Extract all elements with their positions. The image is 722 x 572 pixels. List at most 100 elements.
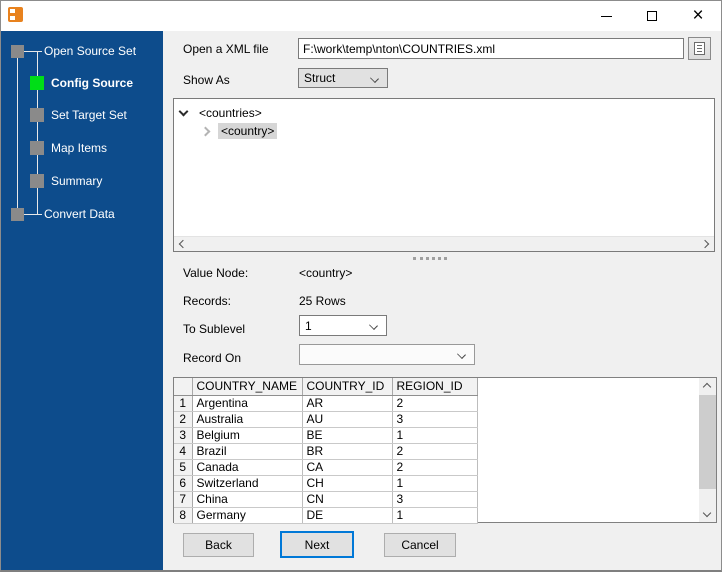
cancel-button[interactable]: Cancel xyxy=(384,533,456,557)
row-number-cell[interactable]: 2 xyxy=(174,411,193,428)
xml-file-path-input[interactable] xyxy=(298,38,684,59)
table-cell[interactable]: Canada xyxy=(192,459,303,476)
scrollbar-thumb[interactable] xyxy=(699,395,716,489)
row-number-cell[interactable]: 4 xyxy=(174,443,193,460)
window-controls: × xyxy=(583,1,721,31)
splitter-grip[interactable] xyxy=(413,257,447,260)
step-marker-icon xyxy=(11,207,24,221)
records-label: Records: xyxy=(183,294,232,308)
close-button[interactable]: × xyxy=(675,1,721,31)
main-panel: Open a XML file Show As Struct <countrie… xyxy=(163,31,721,570)
table-cell[interactable]: 1 xyxy=(392,507,478,524)
chevron-down-icon xyxy=(369,321,378,330)
column-header[interactable]: REGION_ID xyxy=(392,378,478,396)
wizard-step-map-items: Map Items xyxy=(30,140,107,156)
row-number-cell[interactable]: 6 xyxy=(174,475,193,492)
tree-horizontal-scrollbar[interactable] xyxy=(174,236,714,251)
row-number-cell[interactable]: 1 xyxy=(174,395,193,412)
table-row[interactable]: 6 Switzerland CH 1 xyxy=(174,475,478,492)
row-number-header[interactable] xyxy=(174,378,193,396)
wizard-step-open-source-set: Open Source Set xyxy=(11,43,136,59)
title-bar: × xyxy=(1,1,721,31)
table-cell[interactable]: DE xyxy=(302,507,393,524)
step-label: Set Target Set xyxy=(51,108,127,122)
to-sublevel-value: 1 xyxy=(305,318,312,333)
xml-tree-view[interactable]: <countries> <country> xyxy=(173,98,715,252)
row-number-cell[interactable]: 5 xyxy=(174,459,193,476)
table-row[interactable]: 8 Germany DE 1 xyxy=(174,507,478,524)
step-label: Convert Data xyxy=(44,207,115,221)
table-cell[interactable]: CH xyxy=(302,475,393,492)
table-row[interactable]: 3 Belgium BE 1 xyxy=(174,427,478,444)
next-button[interactable]: Next xyxy=(280,531,354,558)
table-row[interactable]: 7 China CN 3 xyxy=(174,491,478,508)
tree-node-label[interactable]: <country> xyxy=(218,123,278,139)
to-sublevel-dropdown[interactable]: 1 xyxy=(299,315,387,336)
table-cell[interactable]: 1 xyxy=(392,427,478,444)
table-cell[interactable]: CA xyxy=(302,459,393,476)
table-cell[interactable]: BR xyxy=(302,443,393,460)
table-cell[interactable]: China xyxy=(192,491,303,508)
table-cell[interactable]: Brazil xyxy=(192,443,303,460)
preview-table: COUNTRY_NAME COUNTRY_ID REGION_ID 1 Arge… xyxy=(174,378,478,524)
table-cell[interactable]: AR xyxy=(302,395,393,412)
app-window: × Open Source Set Config Source Set Targ… xyxy=(0,0,722,572)
table-cell[interactable]: 3 xyxy=(392,411,478,428)
maximize-button[interactable] xyxy=(629,1,675,31)
table-cell[interactable]: 1 xyxy=(392,475,478,492)
table-cell[interactable]: Germany xyxy=(192,507,303,524)
step-connector-line xyxy=(17,57,18,209)
step-label: Config Source xyxy=(51,76,134,90)
step-marker-icon xyxy=(30,108,44,122)
minimize-icon xyxy=(600,15,612,17)
show-as-dropdown[interactable]: Struct xyxy=(298,68,388,88)
column-header[interactable]: COUNTRY_NAME xyxy=(192,378,303,396)
table-cell[interactable]: Argentina xyxy=(192,395,303,412)
table-cell[interactable]: Switzerland xyxy=(192,475,303,492)
records-value: 25 Rows xyxy=(299,294,346,308)
record-on-dropdown[interactable] xyxy=(299,344,475,365)
to-sublevel-label: To Sublevel xyxy=(183,322,246,336)
show-as-label: Show As xyxy=(183,73,230,87)
table-cell[interactable]: Australia xyxy=(192,411,303,428)
row-number-cell[interactable]: 7 xyxy=(174,491,193,508)
column-header[interactable]: COUNTRY_ID xyxy=(302,378,393,396)
table-cell[interactable]: CN xyxy=(302,491,393,508)
scroll-right-icon[interactable] xyxy=(700,239,710,249)
table-row[interactable]: 2 Australia AU 3 xyxy=(174,411,478,428)
tree-node-countries[interactable]: <countries> xyxy=(178,105,265,121)
table-cell[interactable]: BE xyxy=(302,427,393,444)
table-cell[interactable]: AU xyxy=(302,411,393,428)
show-as-value: Struct xyxy=(304,71,336,85)
record-on-label: Record On xyxy=(183,351,242,365)
wizard-step-summary: Summary xyxy=(30,173,102,189)
grid-vertical-scrollbar[interactable] xyxy=(699,378,716,522)
step-marker-icon xyxy=(30,174,44,188)
app-icon xyxy=(8,7,23,22)
collapsed-arrow-icon[interactable] xyxy=(200,126,211,136)
wizard-step-set-target-set: Set Target Set xyxy=(30,107,127,123)
step-marker-icon xyxy=(11,44,24,58)
table-row[interactable]: 1 Argentina AR 2 xyxy=(174,395,478,412)
table-row[interactable]: 4 Brazil BR 2 xyxy=(174,443,478,460)
tree-node-label[interactable]: <countries> xyxy=(196,105,265,121)
table-cell[interactable]: 3 xyxy=(392,491,478,508)
browse-file-button[interactable] xyxy=(688,37,711,60)
scroll-up-icon[interactable] xyxy=(702,382,712,392)
scroll-down-icon[interactable] xyxy=(702,508,712,518)
step-label: Summary xyxy=(51,174,103,188)
expanded-arrow-icon[interactable] xyxy=(178,106,189,117)
step-marker-active-icon xyxy=(30,76,44,90)
row-number-cell[interactable]: 8 xyxy=(174,507,193,524)
step-label: Map Items xyxy=(51,141,108,155)
table-cell[interactable]: 2 xyxy=(392,443,478,460)
tree-node-country[interactable]: <country> xyxy=(200,123,278,139)
table-cell[interactable]: Belgium xyxy=(192,427,303,444)
row-number-cell[interactable]: 3 xyxy=(174,427,193,444)
table-cell[interactable]: 2 xyxy=(392,395,478,412)
scroll-left-icon[interactable] xyxy=(178,239,188,249)
minimize-button[interactable] xyxy=(583,1,629,31)
table-row[interactable]: 5 Canada CA 2 xyxy=(174,459,478,476)
back-button[interactable]: Back xyxy=(183,533,254,557)
table-cell[interactable]: 2 xyxy=(392,459,478,476)
